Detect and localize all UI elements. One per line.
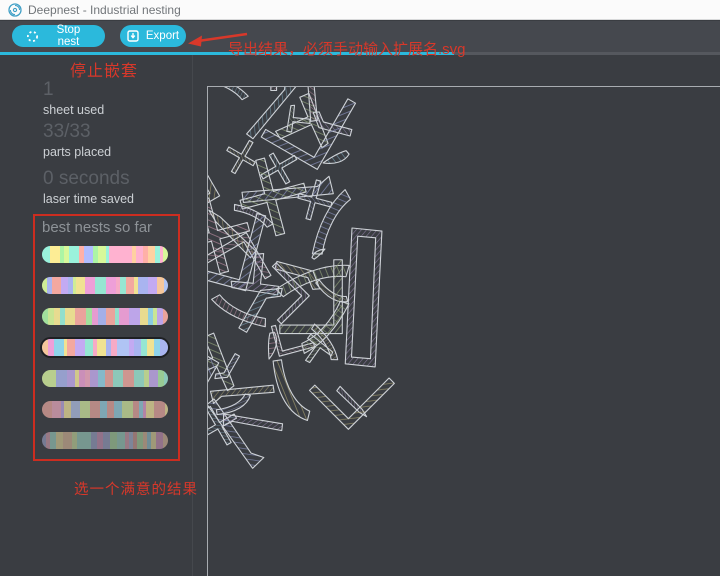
nested-part [271,55,284,91]
spinner-icon [26,30,39,43]
title-bar: Deepnest - Industrial nesting [0,0,720,20]
stat-sheets: 1 sheet used [43,79,104,117]
export-button[interactable]: Export [120,25,186,47]
stat-label: laser time saved [43,192,134,206]
stat-parts: 33/33 parts placed [43,121,111,159]
stop-nest-button[interactable]: Stop nest [12,25,105,47]
nest-canvas[interactable] [193,55,720,576]
annotation-export-note: 导出结果，必须手动输入扩展名.svg [228,38,466,59]
export-icon [127,30,139,42]
stat-label: sheet used [43,103,104,117]
export-label: Export [146,30,179,42]
annotation-select-note: 选一个满意的结果 [74,478,198,499]
nested-part [316,280,348,302]
stat-label: parts placed [43,145,111,159]
nested-part [193,142,220,222]
window-title: Deepnest - Industrial nesting [28,3,181,17]
annotation-rectangle [33,214,180,461]
stat-time: 0 seconds laser time saved [43,168,134,206]
nested-parts-group [193,55,394,472]
nest-canvas-svg[interactable] [193,55,720,576]
stat-value: 0 seconds [43,168,134,189]
annotation-stop-note: 停止嵌套 [70,57,138,81]
stat-value: 33/33 [43,121,111,142]
stop-nest-label: Stop nest [46,24,91,48]
stat-value: 1 [43,79,104,100]
nested-part [219,133,263,179]
nested-part [345,228,382,367]
app-logo-icon [8,3,22,17]
